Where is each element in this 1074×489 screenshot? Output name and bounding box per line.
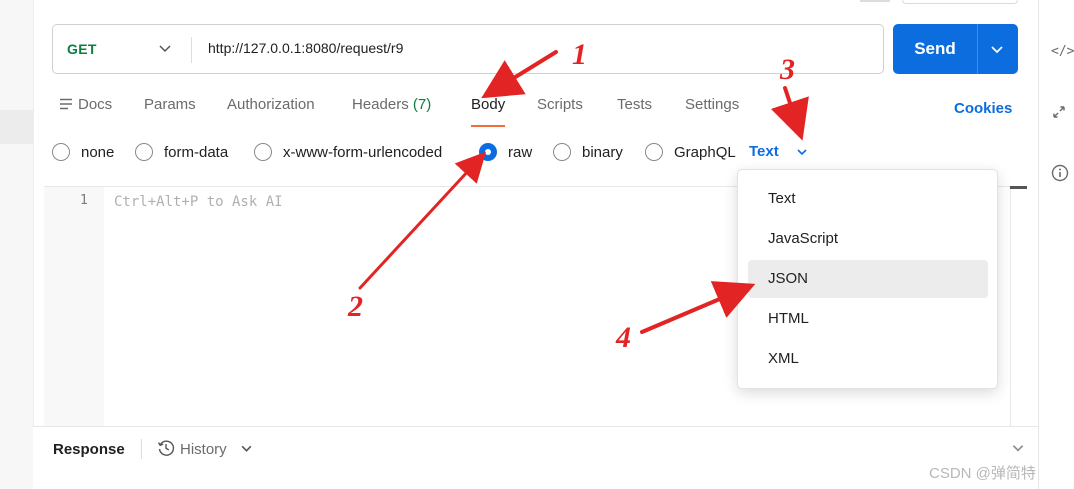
radio-circle-checked bbox=[479, 143, 497, 161]
radio-form-data[interactable]: form-data bbox=[135, 142, 228, 162]
code-icon[interactable]: </> bbox=[1051, 44, 1074, 64]
url-input[interactable]: http://127.0.0.1:8080/request/r9 bbox=[208, 40, 403, 56]
radio-circle bbox=[135, 143, 153, 161]
cookies-link[interactable]: Cookies bbox=[954, 100, 1012, 117]
language-dropdown: Text JavaScript JSON HTML XML bbox=[737, 169, 998, 389]
method-label: GET bbox=[67, 41, 97, 57]
editor-placeholder: Ctrl+Alt+P to Ask AI bbox=[114, 194, 283, 210]
response-label[interactable]: Response bbox=[53, 441, 125, 458]
radio-binary[interactable]: binary bbox=[553, 142, 623, 162]
response-bar: Response History bbox=[33, 426, 1038, 489]
annotation-number-2: 2 bbox=[348, 290, 363, 323]
tab-docs[interactable]: Docs bbox=[60, 96, 112, 126]
radio-label: none bbox=[81, 143, 115, 161]
tab-params[interactable]: Params bbox=[144, 96, 196, 126]
editor-scroll-thumb[interactable] bbox=[1010, 186, 1027, 189]
radio-circle bbox=[645, 143, 663, 161]
line-number: 1 bbox=[80, 193, 88, 208]
tab-label: Params bbox=[144, 96, 196, 113]
tab-label: Authorization bbox=[227, 96, 315, 113]
language-option-text[interactable]: Text bbox=[748, 180, 988, 218]
method-selector[interactable]: GET bbox=[53, 25, 191, 73]
tab-label: Scripts bbox=[537, 96, 583, 113]
language-option-javascript[interactable]: JavaScript bbox=[748, 220, 988, 258]
right-sidebar: </> bbox=[1038, 0, 1074, 489]
tab-body[interactable]: Body bbox=[471, 96, 506, 127]
radio-none[interactable]: none bbox=[52, 142, 114, 162]
chevron-down-icon[interactable] bbox=[240, 442, 253, 455]
annotation-number-1: 1 bbox=[572, 38, 587, 71]
editor-gutter bbox=[44, 187, 104, 427]
radio-raw[interactable]: raw bbox=[479, 142, 532, 162]
response-divider bbox=[141, 439, 142, 459]
radio-label: raw bbox=[508, 143, 533, 161]
url-divider bbox=[191, 37, 192, 63]
url-bar: GET http://127.0.0.1:8080/request/r9 bbox=[52, 24, 884, 74]
tab-label: Tests bbox=[617, 96, 653, 113]
headers-count: (7) bbox=[412, 96, 432, 113]
radio-graphql[interactable]: GraphQL bbox=[645, 142, 736, 162]
tab-settings[interactable]: Settings bbox=[685, 96, 739, 126]
send-divider bbox=[977, 24, 978, 74]
radio-label: GraphQL bbox=[674, 143, 736, 161]
annotation-number-4: 4 bbox=[616, 321, 631, 354]
chevron-down-icon[interactable] bbox=[1011, 441, 1025, 455]
send-button[interactable]: Send bbox=[893, 24, 977, 74]
active-tab-underline bbox=[471, 125, 506, 127]
watermark: CSDN @弹简特 bbox=[929, 465, 1036, 482]
tab-label: Settings bbox=[685, 96, 740, 113]
tab-label: Docs bbox=[78, 96, 113, 113]
lines-icon bbox=[60, 98, 72, 110]
language-option-html[interactable]: HTML bbox=[748, 300, 988, 338]
top-button-edge bbox=[902, 0, 1018, 4]
tab-scripts[interactable]: Scripts bbox=[537, 96, 583, 126]
annotation-number-3: 3 bbox=[780, 53, 795, 86]
chevron-down-icon bbox=[159, 45, 171, 53]
top-divider bbox=[860, 0, 890, 2]
tab-label: Body bbox=[471, 96, 506, 113]
tab-label: Headers bbox=[352, 96, 409, 113]
tab-tests[interactable]: Tests bbox=[617, 96, 652, 126]
editor-scrollbar[interactable] bbox=[1010, 186, 1027, 426]
clock-history-icon[interactable] bbox=[157, 439, 175, 457]
raw-language-select[interactable]: Text bbox=[749, 143, 779, 160]
tab-authorization[interactable]: Authorization bbox=[227, 96, 315, 126]
language-option-xml[interactable]: XML bbox=[748, 340, 988, 378]
radio-circle bbox=[553, 143, 571, 161]
language-option-json[interactable]: JSON bbox=[748, 260, 988, 298]
radio-circle bbox=[52, 143, 70, 161]
send-button-group: Send bbox=[893, 24, 1018, 74]
chevron-down-icon[interactable] bbox=[989, 41, 1005, 57]
radio-label: binary bbox=[582, 143, 623, 161]
left-sidebar bbox=[0, 0, 33, 489]
left-sidebar-selected-item[interactable] bbox=[0, 110, 33, 144]
expand-arrows-icon[interactable] bbox=[1051, 104, 1074, 124]
info-icon[interactable] bbox=[1051, 164, 1074, 184]
radio-label: form-data bbox=[164, 143, 229, 161]
tab-headers[interactable]: Headers (7) bbox=[352, 96, 431, 126]
radio-x-www-form-urlencoded[interactable]: x-www-form-urlencoded bbox=[254, 142, 442, 162]
chevron-down-icon[interactable] bbox=[796, 146, 808, 158]
history-button[interactable]: History bbox=[180, 441, 227, 458]
radio-label: x-www-form-urlencoded bbox=[283, 143, 443, 161]
radio-circle bbox=[254, 143, 272, 161]
